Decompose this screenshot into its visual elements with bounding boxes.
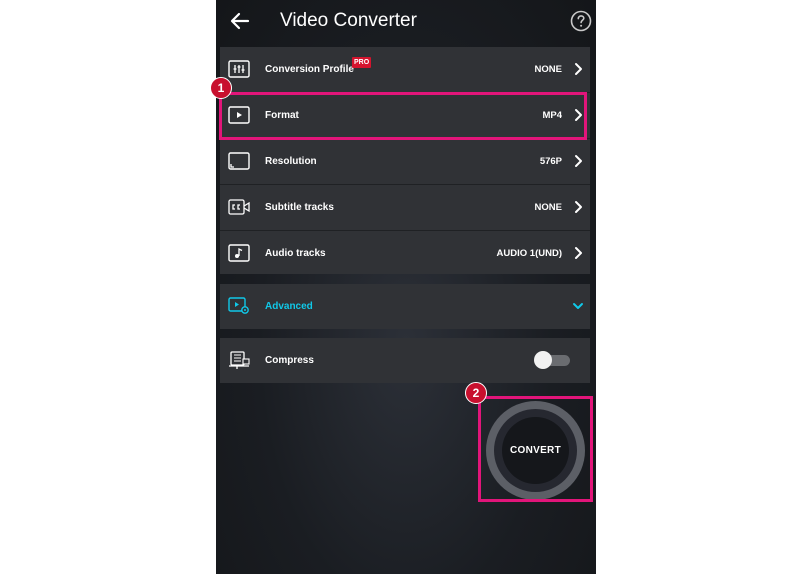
- format-highlight-box: [219, 92, 587, 140]
- step-1-badge: 1: [210, 77, 232, 99]
- compress-section: Compress: [220, 338, 590, 383]
- compress-row: Compress: [220, 338, 590, 383]
- app-bar: Video Converter: [216, 0, 596, 44]
- step-2-badge: 2: [465, 382, 487, 404]
- music-note-icon: [228, 244, 250, 262]
- chevron-right-icon: [575, 155, 582, 167]
- convert-highlight-box: [478, 396, 593, 502]
- advanced-row[interactable]: Advanced: [220, 284, 590, 329]
- row-value: NONE: [534, 64, 562, 75]
- conversion-profile-row[interactable]: Conversion Profile PRO NONE: [220, 47, 590, 92]
- settings-list: Conversion Profile PRO NONE Format MP4 R…: [220, 47, 590, 274]
- advanced-section[interactable]: Advanced: [220, 284, 590, 329]
- compress-toggle-knob[interactable]: [534, 351, 552, 369]
- chevron-down-icon: [573, 303, 583, 309]
- audio-tracks-row[interactable]: Audio tracks AUDIO 1(UND): [220, 231, 590, 276]
- page-title: Video Converter: [280, 10, 417, 31]
- sliders-icon: [228, 60, 250, 78]
- video-settings-icon: [228, 297, 249, 314]
- row-value: 576P: [539, 156, 562, 167]
- screen-resolution-icon: [228, 152, 250, 170]
- closed-captions-icon: [228, 199, 250, 215]
- chevron-right-icon: [575, 63, 582, 75]
- chevron-right-icon: [575, 247, 582, 259]
- back-arrow-icon[interactable]: [228, 9, 252, 33]
- row-label: Subtitle tracks: [265, 202, 334, 213]
- row-label: Audio tracks: [265, 248, 326, 259]
- chevron-right-icon: [575, 201, 582, 213]
- row-label: Resolution: [265, 156, 317, 167]
- help-icon[interactable]: [570, 10, 592, 32]
- pro-badge: PRO: [352, 57, 372, 68]
- advanced-label: Advanced: [265, 301, 313, 312]
- compress-icon: [229, 351, 250, 369]
- row-value: NONE: [534, 202, 562, 213]
- resolution-row[interactable]: Resolution 576P: [220, 139, 590, 184]
- row-value: AUDIO 1(UND): [496, 248, 562, 259]
- compress-label: Compress: [265, 355, 314, 366]
- row-label: Conversion Profile: [265, 64, 354, 75]
- subtitle-tracks-row[interactable]: Subtitle tracks NONE: [220, 185, 590, 230]
